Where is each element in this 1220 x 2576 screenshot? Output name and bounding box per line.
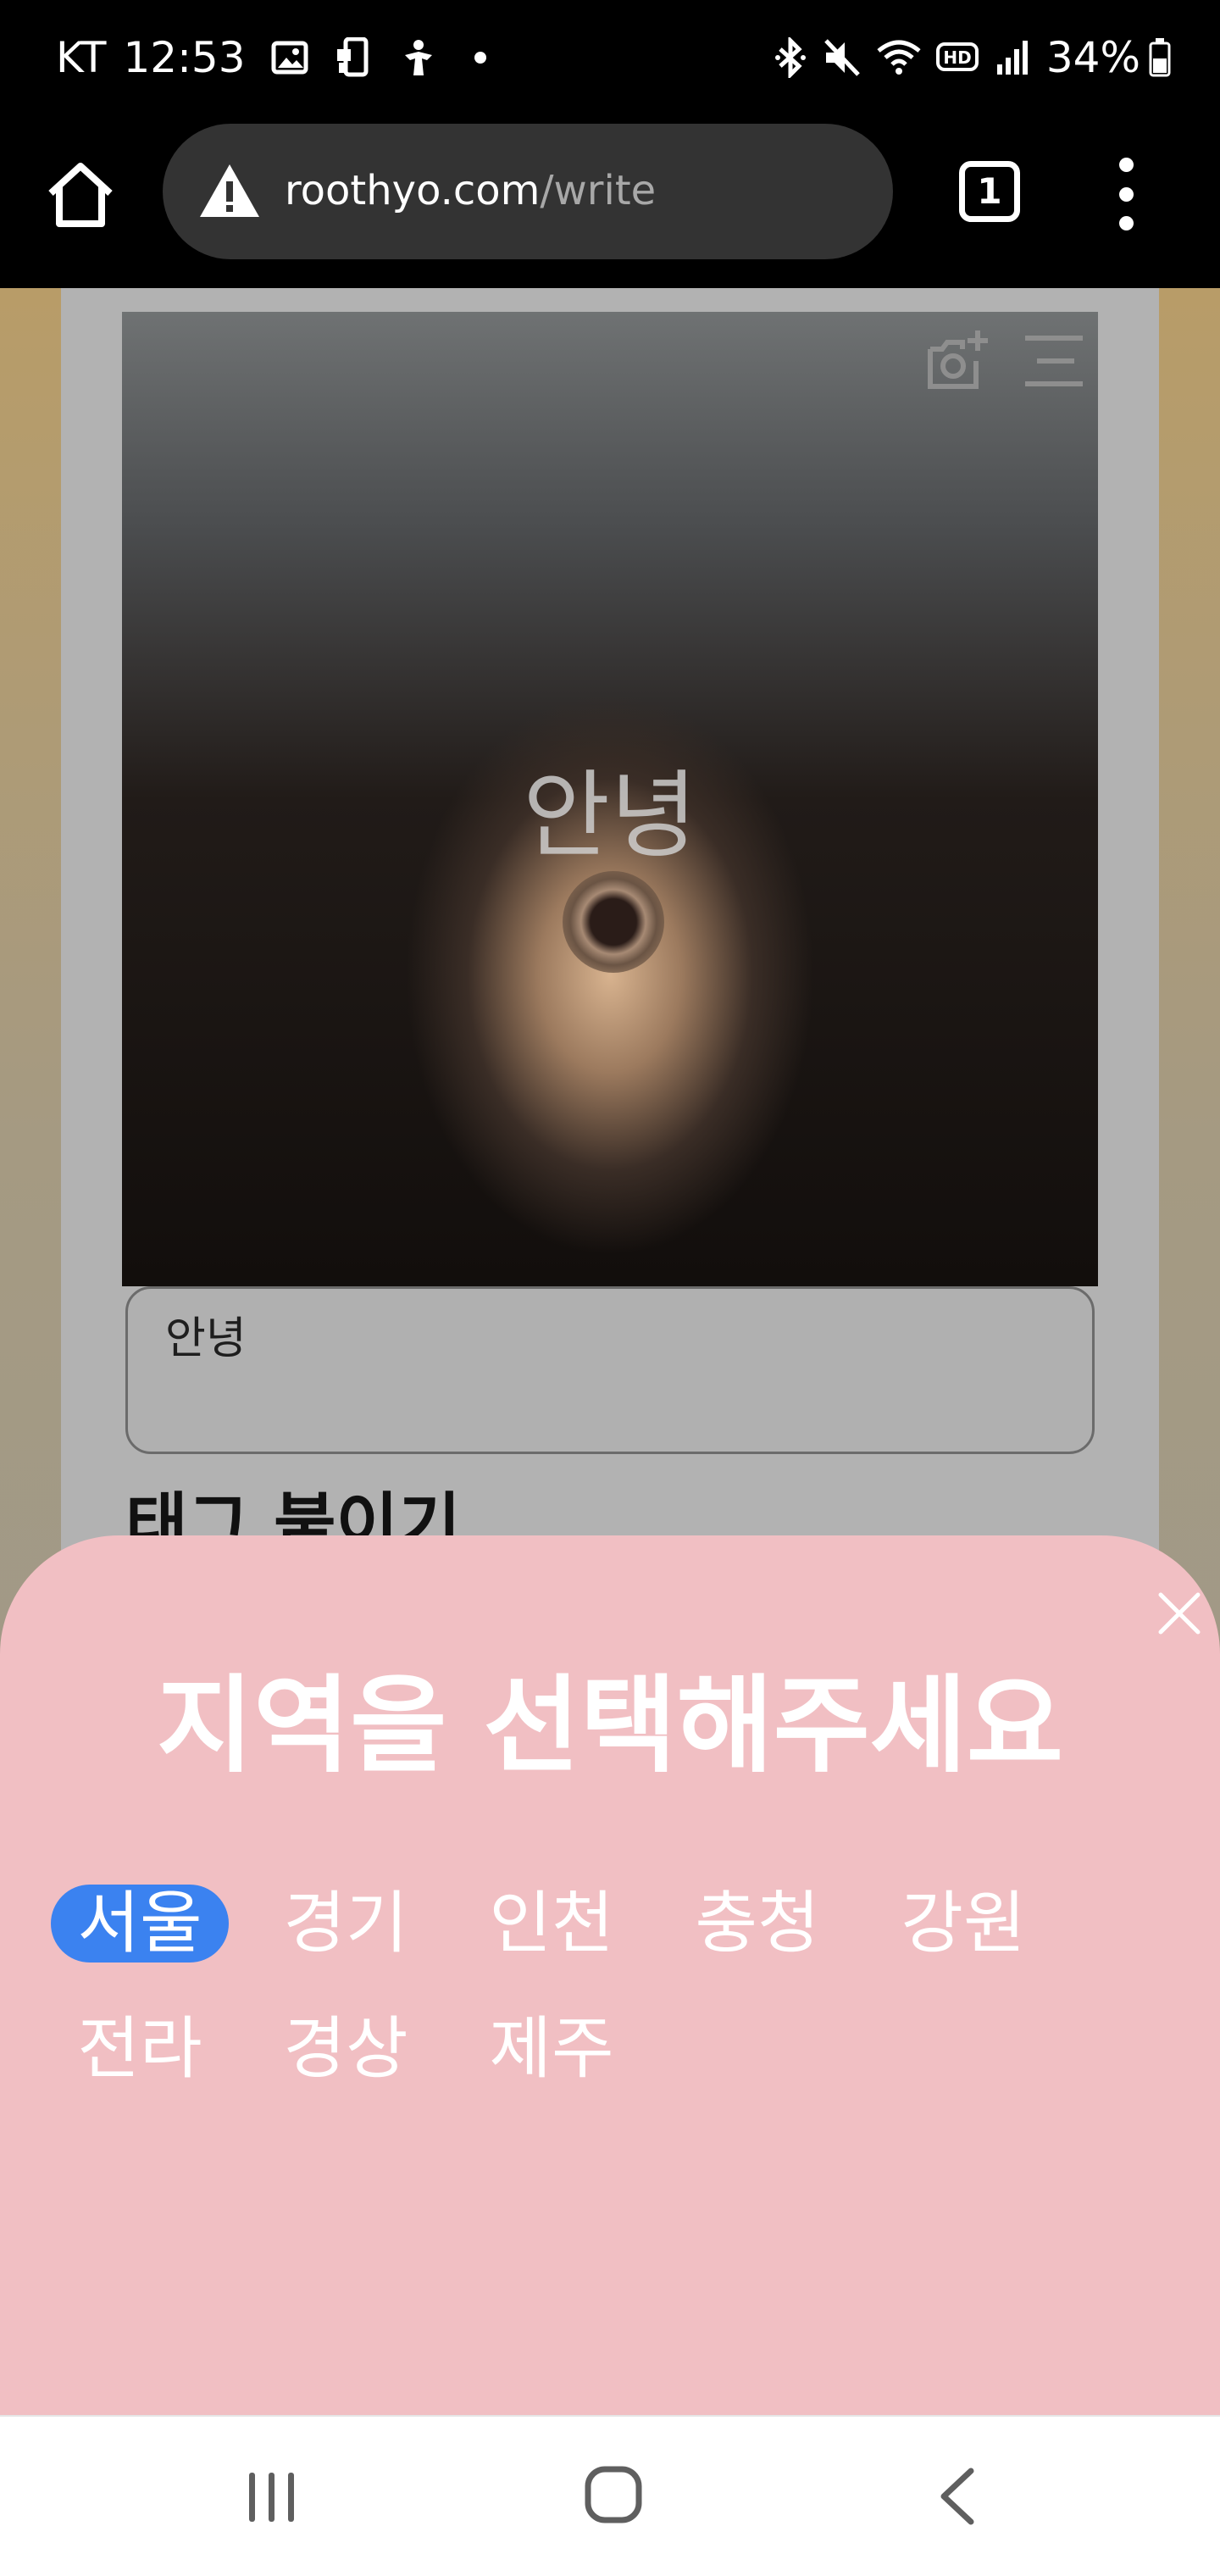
phone-sync-icon	[334, 37, 374, 78]
close-icon[interactable]	[1157, 1591, 1201, 1635]
menu-dot-icon	[1118, 186, 1134, 202]
post-text-input[interactable]: 안녕	[125, 1286, 1095, 1454]
nav-home-icon[interactable]	[583, 2464, 644, 2525]
home-icon	[48, 163, 113, 227]
region-chip-gyeonggi[interactable]: 경기	[257, 1885, 435, 1963]
sheet-title: 지역을 선택해주세요	[157, 1665, 1063, 1787]
region-chip-gyeongsang[interactable]: 경상	[257, 2010, 435, 2088]
warning-icon[interactable]	[198, 163, 261, 219]
url-path: /write	[540, 167, 657, 214]
photo-subject	[563, 871, 664, 973]
region-chip-jeju[interactable]: 제주	[463, 2010, 640, 2088]
signal-icon	[994, 39, 1031, 76]
gallery-icon	[271, 41, 308, 75]
menu-dot-icon	[1118, 216, 1134, 230]
url-domain: roothyo.com	[285, 167, 541, 214]
battery-icon	[1149, 38, 1171, 77]
svg-text:HD: HD	[943, 47, 971, 68]
post-text-value: 안녕	[165, 1313, 247, 1364]
battery-percent: 34%	[1045, 33, 1140, 82]
photo-caption: 안녕	[522, 761, 698, 871]
region-chip-list: 서울 경기 인천 충청 강원 전라 경상 제주	[51, 1885, 1152, 2088]
region-chip-incheon[interactable]: 인천	[463, 1885, 640, 1963]
region-chip-gangwon[interactable]: 강원	[874, 1885, 1052, 1963]
hamburger-menu-icon[interactable]	[1022, 330, 1086, 391]
mute-icon	[823, 37, 862, 78]
browser-toolbar: roothyo.com/write 1	[0, 119, 1220, 288]
navigation-bar	[0, 2415, 1220, 2576]
more-menu-button[interactable]	[1113, 158, 1139, 230]
status-bar-left: KT 12:53	[56, 32, 486, 83]
recent-apps-icon[interactable]	[246, 2469, 298, 2525]
region-chip-seoul[interactable]: 서울	[51, 1885, 229, 1963]
region-chip-jeolla[interactable]: 전라	[51, 2010, 229, 2088]
bluetooth-icon	[774, 37, 807, 78]
photo-preview[interactable]: 안녕	[122, 312, 1098, 1286]
address-bar[interactable]: roothyo.com/write	[163, 124, 893, 259]
back-icon[interactable]	[937, 2466, 978, 2527]
add-photo-icon[interactable]	[925, 327, 993, 395]
hd-icon: HD	[935, 41, 979, 75]
accessibility-icon	[400, 38, 437, 77]
region-chip-chungcheong[interactable]: 충청	[668, 1885, 846, 1963]
menu-dot-icon	[1118, 158, 1134, 172]
home-button[interactable]	[44, 158, 117, 230]
tab-switcher-button[interactable]: 1	[959, 161, 1020, 222]
url-text[interactable]: roothyo.com/write	[285, 164, 656, 217]
carrier-label: KT	[56, 33, 107, 82]
status-bar-right: HD 34%	[774, 32, 1171, 83]
region-bottom-sheet: 지역을 선택해주세요 서울 경기 인천 충청 강원 전라 경상 제주	[0, 1535, 1220, 2415]
status-bar: KT 12:53 HD 34%	[0, 0, 1220, 119]
notification-dot-icon	[474, 52, 486, 64]
clock: 12:53	[123, 33, 246, 82]
wifi-icon	[877, 39, 921, 76]
